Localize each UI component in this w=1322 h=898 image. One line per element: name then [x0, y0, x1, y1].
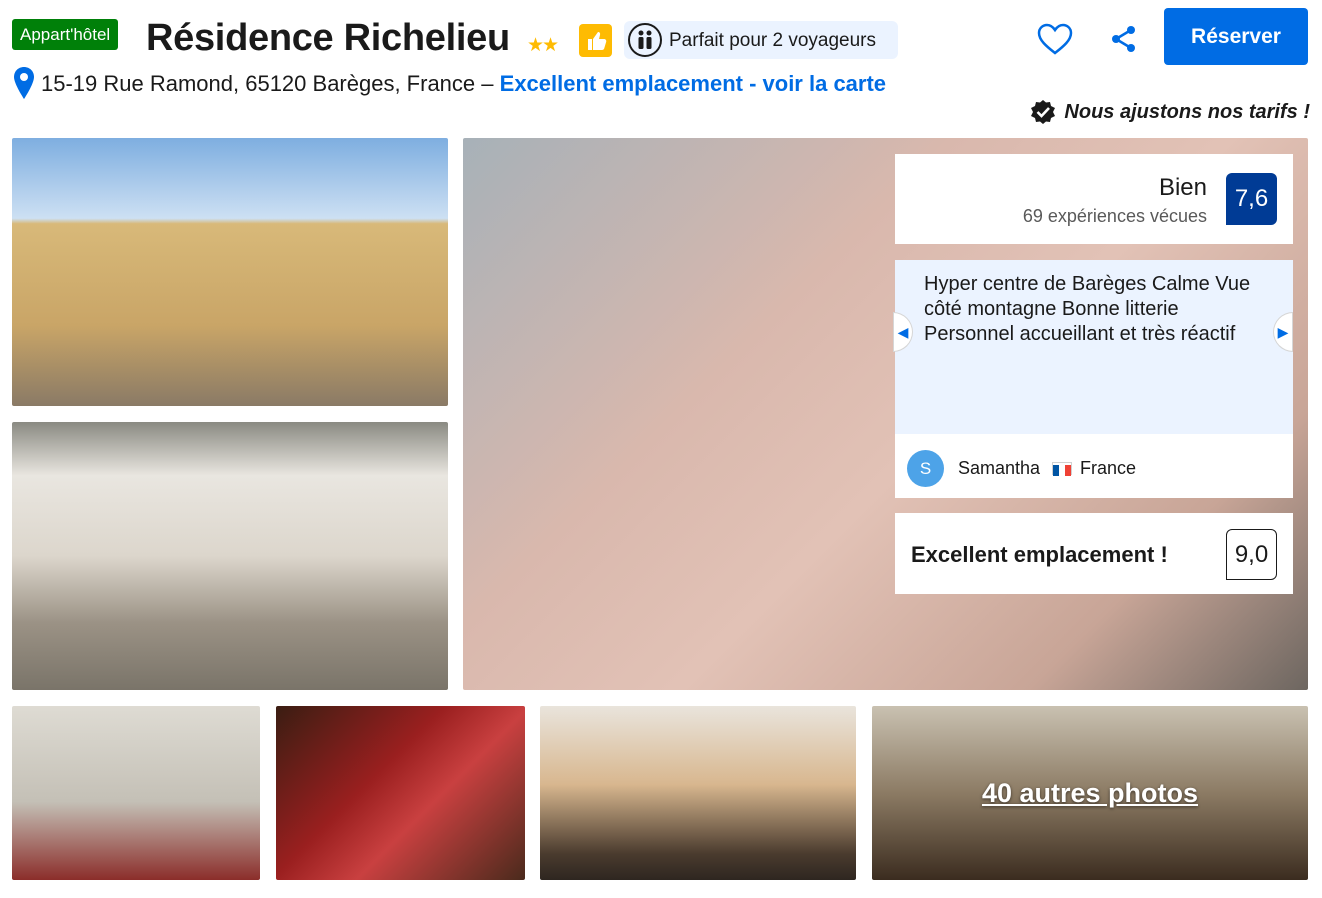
heart-icon[interactable]	[1036, 22, 1074, 56]
location-label: Excellent emplacement !	[911, 542, 1168, 567]
map-pin-icon	[13, 66, 35, 100]
address-line: 15-19 Rue Ramond, 65120 Barèges, France …	[41, 71, 886, 97]
more-photos-link[interactable]: 40 autres photos	[872, 778, 1308, 809]
travellers-label: Parfait pour 2 voyageurs	[669, 30, 877, 51]
show-map-link[interactable]: Excellent emplacement - voir la carte	[500, 71, 886, 96]
review-text: Hyper centre de Barèges Calme Vue côté m…	[924, 273, 1251, 345]
photo-courtyard[interactable]	[12, 422, 448, 690]
photo-hallway[interactable]	[12, 706, 260, 880]
star-rating: ★★	[527, 35, 559, 56]
price-notice: Nous ajustons nos tarifs !	[1030, 99, 1310, 125]
property-title: Résidence Richelieu	[146, 17, 510, 59]
travellers-icon	[628, 23, 662, 57]
price-notice-text: Nous ajustons nos tarifs !	[1064, 101, 1310, 123]
reviewer-name: Samantha	[958, 458, 1041, 478]
location-score-badge: 9,0	[1226, 529, 1277, 580]
rating-card[interactable]: Bien 69 expériences vécues 7,6	[895, 154, 1293, 244]
photo-street-view[interactable]	[12, 138, 448, 406]
rating-score-badge: 7,6	[1226, 173, 1277, 225]
avatar: S	[907, 450, 944, 487]
reserve-button[interactable]: Réserver	[1164, 8, 1308, 65]
share-icon[interactable]	[1109, 24, 1139, 54]
verified-check-icon	[1030, 99, 1056, 125]
thumbs-up-icon	[579, 24, 612, 57]
rating-word: Bien	[1158, 174, 1207, 201]
property-type-badge: Appart'hôtel	[12, 19, 119, 50]
photo-staircase[interactable]	[276, 706, 525, 880]
flag-france-icon	[1052, 462, 1072, 476]
location-score-card[interactable]: Excellent emplacement ! 9,0	[895, 513, 1293, 594]
address-text: 15-19 Rue Ramond, 65120 Barèges, France …	[41, 71, 494, 96]
review-card: Hyper centre de Barèges Calme Vue côté m…	[895, 260, 1293, 498]
photo-living-room[interactable]: 40 autres photos	[872, 706, 1308, 880]
photo-kitchen[interactable]	[540, 706, 856, 880]
reviewer-country: France	[1080, 458, 1137, 478]
rating-count: 69 expériences vécues	[1022, 206, 1207, 226]
reviewer-row: S Samantha France	[895, 434, 1293, 498]
travellers-badge: Parfait pour 2 voyageurs	[624, 21, 898, 59]
